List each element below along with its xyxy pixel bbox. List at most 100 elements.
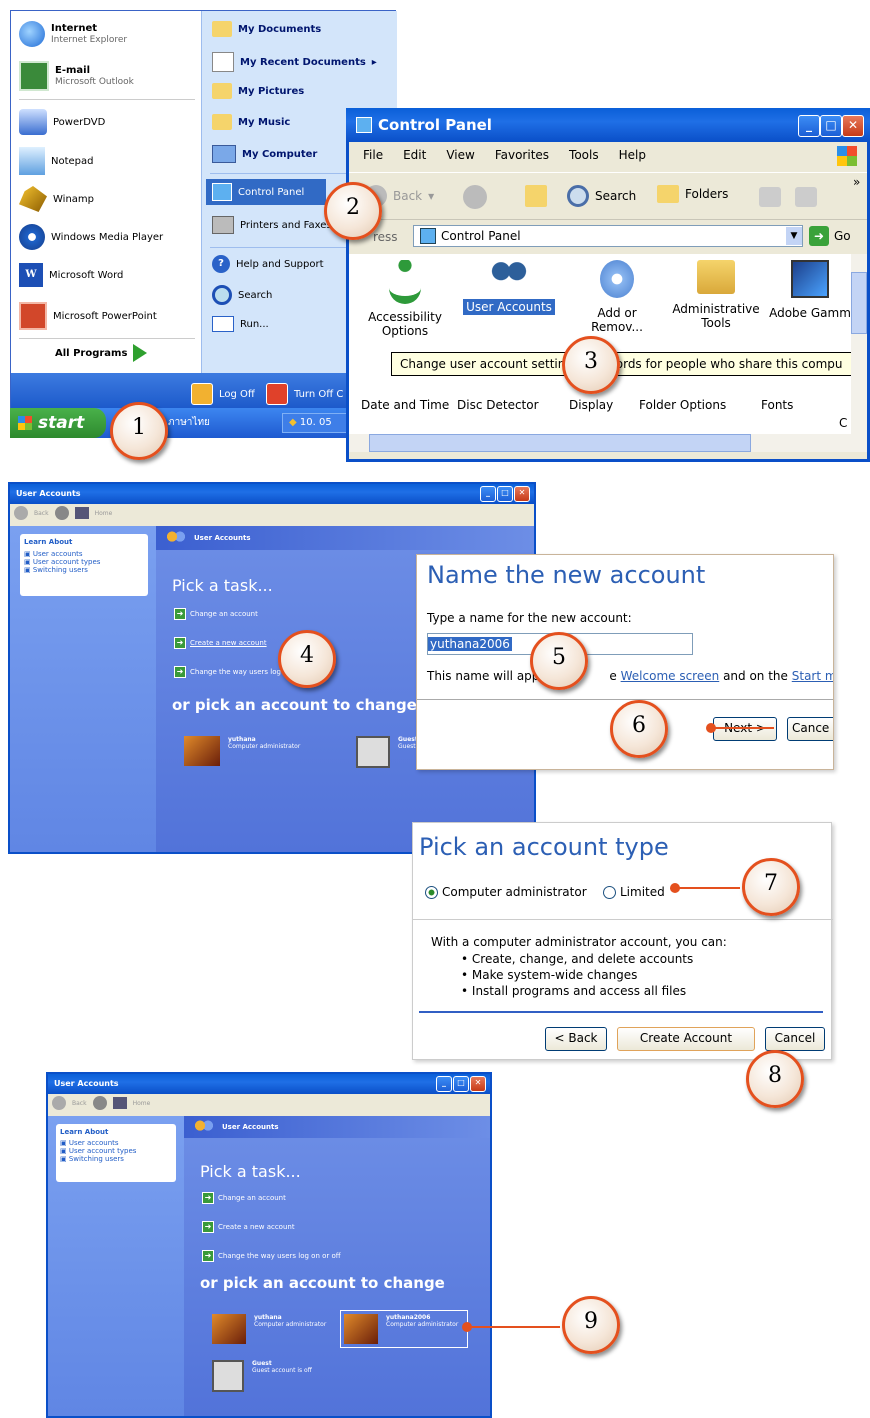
places-printers[interactable]: Printers and Faxes [212,216,332,234]
turn-off-button[interactable]: Turn Off C [266,383,343,405]
toolbar-overflow-icon[interactable]: » [853,175,860,189]
program-notepad[interactable]: Notepad [19,147,94,175]
places-control-panel[interactable]: Control Panel [206,179,326,205]
cp-item-label[interactable]: C [839,416,847,430]
forward-arrow-icon[interactable] [54,506,69,520]
minimize-button[interactable]: _ [480,486,496,502]
adobe-gamma-icon [791,260,829,298]
places-my-computer[interactable]: My Computer [212,145,317,163]
maximize-button[interactable]: □ [820,115,842,137]
places-my-documents[interactable]: My Documents [212,21,321,37]
task-change-account[interactable]: ➜ Change an account [202,1192,341,1204]
places-run[interactable]: Run... [212,316,269,332]
taskbar-item-clock[interactable]: ◆ 10. 05 [282,413,350,433]
back-button[interactable]: < Back [545,1027,607,1051]
cp-item-label[interactable]: Date and Time [361,398,449,412]
dropdown-arrow-icon[interactable]: ▼ [786,227,802,245]
maximize-button[interactable]: □ [453,1076,469,1092]
menu-tools[interactable]: Tools [569,148,599,162]
go-button[interactable]: ➜ Go [809,226,851,246]
program-word[interactable]: W Microsoft Word [19,263,123,287]
places-my-music[interactable]: My Music [212,114,290,130]
up-folder-icon[interactable] [525,185,547,207]
move-to-icon[interactable] [759,187,781,207]
task-label: Create a new account [190,639,267,647]
learn-link[interactable]: ▣ Switching users [60,1155,172,1163]
program-powerdvd[interactable]: PowerDVD [19,109,105,135]
step-callout-2: 2 [324,182,382,240]
all-programs-button[interactable]: All Programs [55,344,148,362]
cp-item-adobe-gamma[interactable]: Adobe Gamm [769,260,851,320]
radio-limited[interactable]: Limited [603,885,665,899]
callout-leader [678,887,740,889]
menu-view[interactable]: View [446,148,474,162]
places-search[interactable]: Search [212,285,272,305]
close-button[interactable]: ✕ [514,486,530,502]
pinned-internet[interactable]: Internet Internet Explorer [19,21,127,47]
cp-item-admin-tools[interactable]: Administrative Tools [667,260,765,330]
task-change-account[interactable]: ➜ Change an account [174,608,313,620]
program-winamp[interactable]: Winamp [19,186,94,212]
back-arrow-icon[interactable] [14,506,28,520]
copy-to-icon[interactable] [795,187,817,207]
back-arrow-icon[interactable] [52,1096,66,1110]
search-button[interactable]: Search [567,185,636,207]
folders-button[interactable]: Folders [657,185,728,203]
taskbar-item[interactable]: ภาษาไทย [168,413,268,433]
cp-item-add-remove[interactable]: Add or Remov... [577,260,657,334]
scroll-thumb[interactable] [369,434,751,452]
address-input[interactable]: Control Panel ▼ [413,225,803,247]
program-powerpoint[interactable]: Microsoft PowerPoint [19,302,157,330]
account-role: Computer administrator [228,743,301,750]
log-off-button[interactable]: Log Off [191,383,255,405]
menu-favorites[interactable]: Favorites [495,148,549,162]
vertical-scrollbar[interactable] [851,254,867,434]
home-icon[interactable] [74,507,89,519]
cancel-button[interactable]: Cance [787,717,833,741]
cp-item-label[interactable]: Fonts [761,398,793,412]
learn-link[interactable]: ▣ User account types [60,1147,172,1155]
minimize-button[interactable]: _ [798,115,820,137]
create-account-button[interactable]: Create Account [617,1027,755,1051]
radio-admin[interactable]: Computer administrator [425,885,587,899]
cancel-button[interactable]: Cancel [765,1027,825,1051]
task-change-logon[interactable]: ➜ Change the way users log on or off [202,1250,341,1262]
welcome-screen-link[interactable]: Welcome screen [621,669,720,683]
cp-item-accessibility[interactable]: Accessibility Options [363,260,447,338]
cp-item-user-accounts[interactable]: User Accounts [463,260,555,315]
account-tile[interactable]: GuestGuest account is off [212,1360,312,1392]
places-label: My Documents [238,23,322,35]
start-button[interactable]: start [10,408,106,438]
home-icon[interactable] [112,1097,127,1109]
scroll-thumb[interactable] [851,272,867,334]
program-wmp[interactable]: Windows Media Player [19,224,163,250]
places-recent-documents[interactable]: My Recent Documents ▸ [212,52,377,72]
learn-link[interactable]: ▣ User account types [24,558,144,566]
account-tile[interactable]: yuthana Computer administrator [212,1314,326,1344]
learn-link[interactable]: ▣ Switching users [24,566,144,574]
menu-help[interactable]: Help [619,148,646,162]
learn-link[interactable]: ▣ User accounts [60,1139,172,1147]
next-button[interactable]: Next > [713,717,777,741]
account-tile[interactable]: yuthana Computer administrator [184,736,300,766]
forward-arrow-icon[interactable] [92,1096,107,1110]
cp-item-label[interactable]: Display [569,398,613,412]
start-menu-link[interactable]: Start menu [792,669,833,683]
maximize-button[interactable]: □ [497,486,513,502]
cp-item-label[interactable]: Disc Detector [457,398,539,412]
forward-arrow-icon[interactable] [463,185,487,209]
menu-edit[interactable]: Edit [403,148,426,162]
dialog-divider [419,1011,823,1013]
close-button[interactable]: ✕ [470,1076,486,1092]
pinned-email[interactable]: E-mail Microsoft Outlook [19,61,134,91]
places-help[interactable]: ? Help and Support [212,255,324,273]
horizontal-scrollbar[interactable] [349,434,867,452]
learn-link[interactable]: ▣ User accounts [24,550,144,558]
close-button[interactable]: ✕ [842,115,864,137]
cp-item-label[interactable]: Folder Options [639,398,726,412]
places-my-pictures[interactable]: My Pictures [212,83,304,99]
task-create-account[interactable]: ➜ Create a new account [202,1221,341,1233]
menu-file[interactable]: File [363,148,383,162]
minimize-button[interactable]: _ [436,1076,452,1092]
account-tile-selected[interactable]: yuthana2006 Computer administrator [340,1310,468,1348]
